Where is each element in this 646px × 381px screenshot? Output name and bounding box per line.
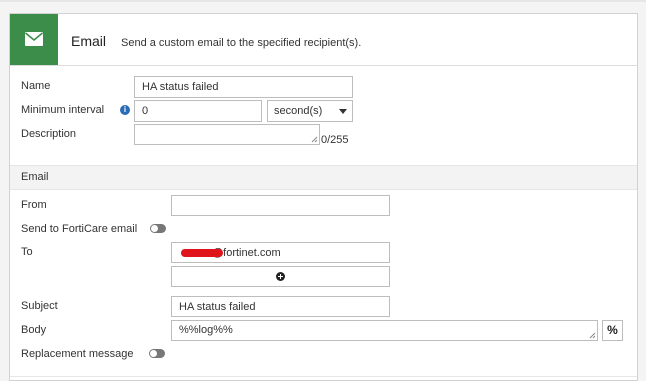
redaction-mark (181, 249, 223, 257)
header-icon-box (10, 14, 58, 65)
resize-grip-icon[interactable] (311, 136, 318, 143)
forticare-label: Send to FortiCare email (21, 223, 138, 235)
insert-macro-button[interactable]: % (602, 320, 623, 341)
char-counter: 0/255 (321, 134, 349, 146)
envelope-icon (25, 32, 43, 46)
email-action-panel: Email Send a custom email to the specifi… (9, 13, 638, 381)
name-label: Name (21, 80, 51, 92)
panel-header: Email Send a custom email to the specifi… (10, 14, 637, 66)
panel-description: Send a custom email to the specified rec… (121, 37, 362, 49)
interval-unit-value: second(s) (274, 105, 323, 117)
min-interval-label: Minimum interval (21, 104, 105, 116)
bottom-divider (10, 376, 637, 377)
body-value: %%log%% (179, 324, 233, 336)
replacement-message-label: Replacement message (21, 348, 134, 360)
top-divider (0, 0, 646, 2)
description-label: Description (21, 128, 77, 140)
body-label: Body (21, 324, 47, 336)
forticare-toggle[interactable] (150, 224, 166, 233)
plus-icon (276, 272, 285, 281)
subject-label: Subject (21, 300, 58, 312)
email-section-header: Email (10, 165, 637, 190)
subject-input[interactable]: HA status failed (171, 296, 390, 317)
replacement-message-toggle[interactable] (149, 349, 165, 358)
add-recipient-button[interactable] (171, 266, 390, 287)
interval-unit-select[interactable]: second(s) (267, 100, 353, 122)
from-input[interactable] (171, 195, 390, 216)
panel-title: Email (71, 33, 107, 49)
to-label: To (21, 246, 33, 258)
description-textarea[interactable] (134, 124, 320, 145)
email-section-title: Email (21, 171, 49, 183)
info-icon[interactable]: i (120, 105, 130, 115)
from-label: From (21, 199, 47, 211)
min-interval-input[interactable]: 0 (134, 100, 262, 122)
resize-grip-icon[interactable] (589, 332, 596, 339)
body-textarea[interactable]: %%log%% (171, 320, 598, 341)
chevron-down-icon (339, 109, 347, 114)
name-input[interactable]: HA status failed (134, 76, 353, 98)
